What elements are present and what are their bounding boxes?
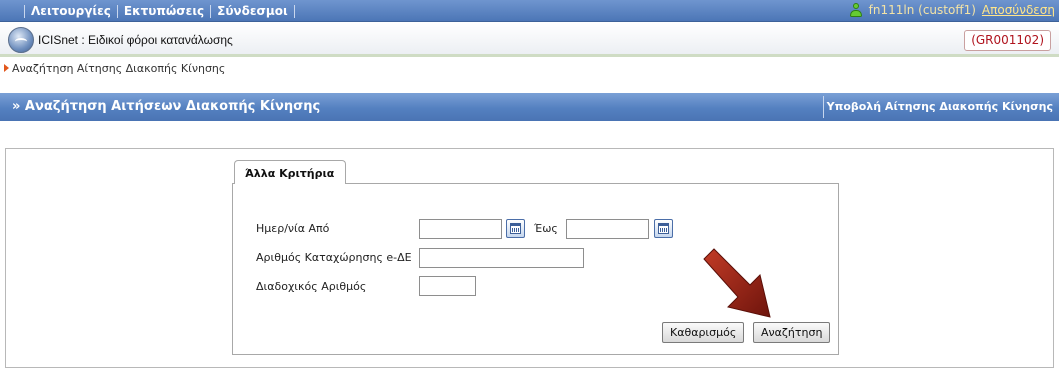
search-button[interactable]: Αναζήτηση [753,322,831,343]
calendar-icon [658,223,669,234]
breadcrumb-link[interactable]: Αναζήτηση Αίτησης Διακοπής Κίνησης [12,62,225,75]
menu-separator [293,4,295,18]
serial-number-input[interactable] [419,276,476,296]
top-menu-bar: Λειτουργίες Εκτυπώσεις Σύνδεσμοι fn111ln… [0,0,1059,22]
clear-button[interactable]: Καθαρισμός [662,322,745,343]
menu-item-functions[interactable]: Λειτουργίες [25,4,117,18]
menu-item-links[interactable]: Σύνδεσμοι [211,4,294,18]
serial-number-label: Διαδοχικός Αριθμός [256,280,367,293]
user-icon [849,3,863,17]
section-divider [823,96,824,118]
registration-number-label: Αριθμός Καταχώρησης e-ΔΕ [256,251,412,264]
office-code-badge: (GR001102) [964,30,1051,51]
menu-item-prints[interactable]: Εκτυπώσεις [118,4,210,18]
user-name: fn111ln (custoff1) [868,3,976,17]
registration-number-input[interactable] [419,248,584,268]
date-to-calendar-button[interactable] [654,219,673,238]
date-to-input[interactable] [566,219,649,239]
submit-request-link[interactable]: Υποβολή Αίτησης Διακοπής Κίνησης [827,100,1053,113]
tab-label: Άλλα Κριτήρια [245,167,335,180]
date-to-label: Έως [534,222,558,235]
logout-link[interactable]: Αποσύνδεση [982,3,1055,17]
page-title: » Αναζήτηση Αιτήσεων Διακοπής Κίνησης [12,99,321,114]
breadcrumb-arrow-icon [4,64,9,72]
date-from-calendar-button[interactable] [506,219,525,238]
main-menu: Λειτουργίες Εκτυπώσεις Σύνδεσμοι [24,4,295,18]
app-logo-icon [8,27,34,53]
section-header: » Αναζήτηση Αιτήσεων Διακοπής Κίνησης Υπ… [0,93,1059,121]
tab-other-criteria[interactable]: Άλλα Κριτήρια [234,160,346,184]
app-title-bar: ICISnet : Ειδικοί φόροι κατανάλωσης (GR0… [0,23,1059,57]
date-from-label: Ημερ/νία Από [256,222,330,235]
annotation-arrow-icon [703,248,771,318]
user-area: fn111ln (custoff1) Αποσύνδεση [849,3,1055,17]
date-from-input[interactable] [419,219,502,239]
breadcrumb: Αναζήτηση Αίτησης Διακοπής Κίνησης [4,60,225,76]
app-title: ICISnet : Ειδικοί φόροι κατανάλωσης [38,33,233,47]
calendar-icon [510,223,521,234]
